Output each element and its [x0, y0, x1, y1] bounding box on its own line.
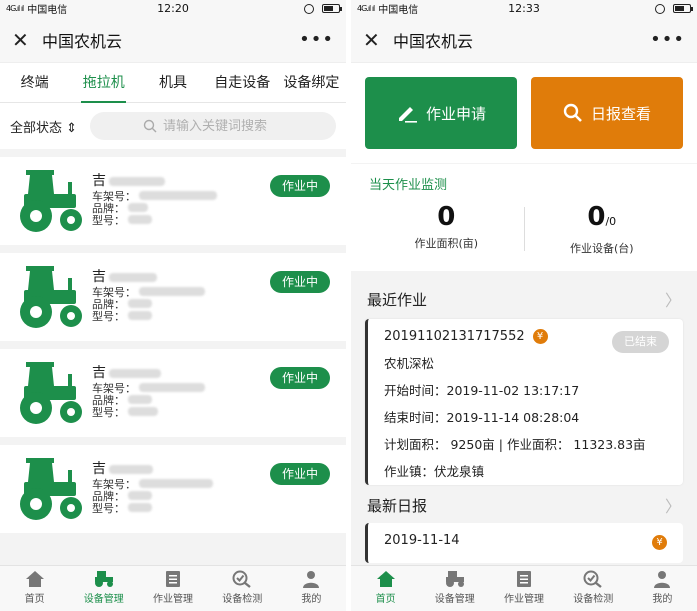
close-icon[interactable]: ✕ [363, 28, 391, 52]
battery-icon [322, 4, 342, 13]
list-item[interactable]: 吉 车架号： 品牌： 型号： 作业中 [0, 349, 346, 437]
root: 4G.ıl ıl 中国电信 12:20 ✕ 中国农机云 ••• 终端 拖拉机 机… [0, 0, 697, 611]
status-time: 12:20 [157, 2, 189, 15]
model-label: 型号： [92, 502, 125, 515]
user-icon [654, 571, 671, 588]
start-time: 开始时间：2019-11-02 13:17:17 [384, 383, 580, 398]
home-icon [376, 571, 395, 587]
model-label: 型号： [92, 214, 125, 227]
search-icon [563, 103, 582, 122]
monitor-title: 当天作业监测 [369, 178, 448, 193]
tab-device-binding[interactable]: 设备绑定 [277, 63, 346, 103]
inspect-icon [232, 570, 251, 588]
recent-work-card[interactable]: 20191102131717552 ¥ 已结束 农机深松 开始时间：2019-11… [365, 319, 683, 485]
work-area-stat: 0 作业面积(亩) [414, 202, 479, 250]
title-bar: ✕ 中国农机云 ••• [351, 17, 697, 63]
battery-icon [673, 4, 693, 13]
daily-report-button[interactable]: 日报查看 [531, 77, 683, 149]
nav-work-management[interactable]: 作业管理 [138, 566, 207, 611]
chevron-right-icon: 〉 [664, 497, 681, 516]
recent-work-header[interactable]: 最近作业 〉 [351, 279, 697, 319]
work-apply-button[interactable]: 作业申请 [365, 77, 517, 149]
tab-terminal[interactable]: 终端 [0, 63, 69, 103]
model-label: 型号： [92, 310, 125, 323]
work-device-stat: 0/0 作业设备(台) [569, 202, 634, 255]
nav-device-check[interactable]: 设备检测 [559, 566, 628, 611]
home-icon [25, 571, 44, 587]
search-box[interactable] [90, 112, 336, 140]
list-item[interactable]: 吉 车架号： 品牌： 型号： 作业中 [0, 157, 346, 245]
status-badge: 已结束 [612, 331, 669, 353]
tab-self-propelled[interactable]: 自走设备 [208, 63, 277, 103]
right-screen: 4G.ıl ıl 中国电信 12:33 ✕ 中国农机云 ••• 作业申请 日报查… [351, 0, 697, 611]
nav-device-check[interactable]: 设备检测 [208, 566, 277, 611]
state-filter[interactable]: 全部状态 ⇕ [10, 117, 90, 136]
tab-implement[interactable]: 机具 [138, 63, 207, 103]
tractor-nav-icon [445, 571, 464, 587]
yuan-icon: ¥ [532, 329, 548, 344]
device-tabs: 终端 拖拉机 机具 自走设备 设备绑定 [0, 63, 346, 103]
nav-device-management[interactable]: 设备管理 [69, 566, 138, 611]
daily-monitor: 当天作业监测 0 作业面积(亩) 0/0 作业设备(台) [351, 163, 697, 271]
status-badge: 作业中 [269, 367, 330, 389]
nav-device-management[interactable]: 设备管理 [420, 566, 489, 611]
nav-mine[interactable]: 我的 [628, 566, 697, 611]
status-bar: 4G.ıl ıl 中国电信 12:33 [351, 0, 697, 17]
report-date: 2019-11-14 [384, 533, 460, 548]
action-buttons: 作业申请 日报查看 [351, 63, 697, 163]
document-icon [517, 571, 531, 587]
more-icon[interactable]: ••• [299, 29, 334, 50]
end-time: 结束时间：2019-11-14 08:28:04 [384, 410, 580, 425]
status-badge: 作业中 [269, 463, 330, 485]
chevron-right-icon: 〉 [664, 291, 681, 310]
inspect-icon [583, 570, 602, 588]
model-label: 型号： [92, 406, 125, 419]
nav-work-management[interactable]: 作业管理 [489, 566, 558, 611]
bottom-nav: 首页 设备管理 作业管理 设备检测 我的 [0, 565, 346, 611]
search-input[interactable] [163, 118, 283, 134]
work-type: 农机深松 [384, 356, 435, 371]
work-area: 计划面积： 9250亩 | 作业面积： 11323.83亩 [384, 437, 646, 452]
tractor-name: 吉 [92, 269, 106, 285]
tab-tractor[interactable]: 拖拉机 [69, 63, 138, 103]
nav-home[interactable]: 首页 [0, 566, 69, 611]
list-item[interactable]: 吉 车架号： 品牌： 型号： 作业中 [0, 445, 346, 533]
document-icon [166, 571, 180, 587]
tractor-icon [20, 266, 82, 328]
app-title: 中国农机云 [42, 31, 123, 51]
status-badge: 作业中 [269, 175, 330, 197]
latest-daily-header[interactable]: 最新日报 〉 [351, 487, 697, 523]
close-icon[interactable]: ✕ [12, 28, 40, 52]
status-badge: 作业中 [269, 271, 330, 293]
tractor-icon [20, 362, 82, 424]
status-time: 12:33 [508, 2, 540, 15]
daily-report-card[interactable]: 2019-11-14 ¥ [365, 523, 683, 563]
tractor-name: 吉 [92, 365, 106, 381]
work-town: 作业镇：伏龙泉镇 [384, 464, 485, 479]
sort-icon: ⇕ [66, 120, 78, 136]
nav-mine[interactable]: 我的 [277, 566, 346, 611]
more-icon[interactable]: ••• [650, 29, 685, 50]
bottom-nav: 首页 设备管理 作业管理 设备检测 我的 [351, 565, 697, 611]
tractor-list: 吉 车架号： 品牌： 型号： 作业中 吉 车架号： 品牌： 型号： 作业中 吉 … [0, 149, 346, 533]
tractor-icon [20, 170, 82, 232]
left-screen: 4G.ıl ıl 中国电信 12:20 ✕ 中国农机云 ••• 终端 拖拉机 机… [0, 0, 346, 611]
list-item[interactable]: 吉 车架号： 品牌： 型号： 作业中 [0, 253, 346, 341]
filter-bar: 全部状态 ⇕ [0, 103, 346, 149]
tractor-name: 吉 [92, 173, 106, 189]
work-id: 20191102131717552 [384, 329, 525, 344]
yuan-icon: ¥ [652, 535, 667, 550]
status-bar: 4G.ıl ıl 中国电信 12:20 [0, 0, 346, 17]
search-icon [143, 119, 157, 133]
tractor-icon [20, 458, 82, 520]
tractor-name: 吉 [92, 461, 106, 477]
pencil-icon [398, 107, 417, 123]
app-title: 中国农机云 [393, 31, 474, 51]
user-icon [303, 571, 320, 588]
nav-home[interactable]: 首页 [351, 566, 420, 611]
title-bar: ✕ 中国农机云 ••• [0, 17, 346, 63]
tractor-nav-icon [94, 571, 113, 587]
